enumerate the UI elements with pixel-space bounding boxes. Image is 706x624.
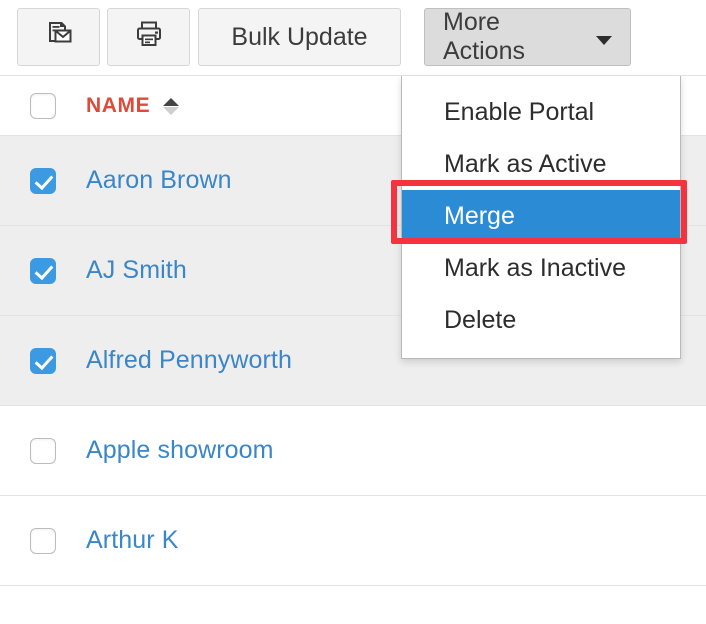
- contact-name-link[interactable]: Apple showroom: [86, 436, 706, 465]
- toolbar: Bulk Update More Actions: [0, 0, 706, 76]
- column-header-name[interactable]: NAME: [86, 94, 180, 118]
- menu-item-delete[interactable]: Delete: [402, 294, 680, 346]
- email-document-icon: [44, 19, 74, 56]
- table-row[interactable]: Arthur K: [0, 496, 706, 586]
- menu-item-label: Enable Portal: [444, 98, 594, 127]
- contact-name-link[interactable]: Arthur K: [86, 526, 706, 555]
- more-actions-button[interactable]: More Actions: [424, 8, 631, 66]
- select-all-checkbox[interactable]: [30, 93, 56, 119]
- caret-down-icon: [596, 36, 612, 45]
- column-header-name-label: NAME: [86, 94, 150, 118]
- row-checkbox[interactable]: [30, 348, 56, 374]
- table-row[interactable]: Apple showroom: [0, 406, 706, 496]
- row-select-cell: [0, 258, 86, 284]
- row-select-cell: [0, 348, 86, 374]
- menu-item-label: Mark as Active: [444, 150, 607, 179]
- row-checkbox[interactable]: [30, 258, 56, 284]
- print-button[interactable]: [107, 8, 190, 66]
- more-actions-label: More Actions: [443, 8, 585, 66]
- menu-item-label: Mark as Inactive: [444, 254, 626, 283]
- row-select-cell: [0, 528, 86, 554]
- row-checkbox[interactable]: [30, 528, 56, 554]
- row-checkbox[interactable]: [30, 438, 56, 464]
- select-all-cell: [0, 93, 86, 119]
- printer-icon: [134, 19, 164, 56]
- row-select-cell: [0, 438, 86, 464]
- menu-item-mark-as-inactive[interactable]: Mark as Inactive: [402, 242, 680, 294]
- more-actions-dropdown-menu: Enable Portal Mark as Active Merge Mark …: [401, 76, 681, 359]
- menu-item-label: Delete: [444, 306, 516, 335]
- menu-item-enable-portal[interactable]: Enable Portal: [402, 86, 680, 138]
- contacts-list-screen: Bulk Update More Actions NAME Aaron Brow: [0, 0, 706, 624]
- menu-item-label: Merge: [444, 202, 515, 231]
- bulk-update-label: Bulk Update: [231, 23, 367, 52]
- bulk-update-button[interactable]: Bulk Update: [198, 8, 401, 66]
- row-checkbox[interactable]: [30, 168, 56, 194]
- row-select-cell: [0, 168, 86, 194]
- sort-ascending-icon[interactable]: [163, 98, 180, 115]
- menu-item-mark-as-active[interactable]: Mark as Active: [402, 138, 680, 190]
- menu-item-merge[interactable]: Merge: [402, 190, 680, 242]
- email-button[interactable]: [17, 8, 100, 66]
